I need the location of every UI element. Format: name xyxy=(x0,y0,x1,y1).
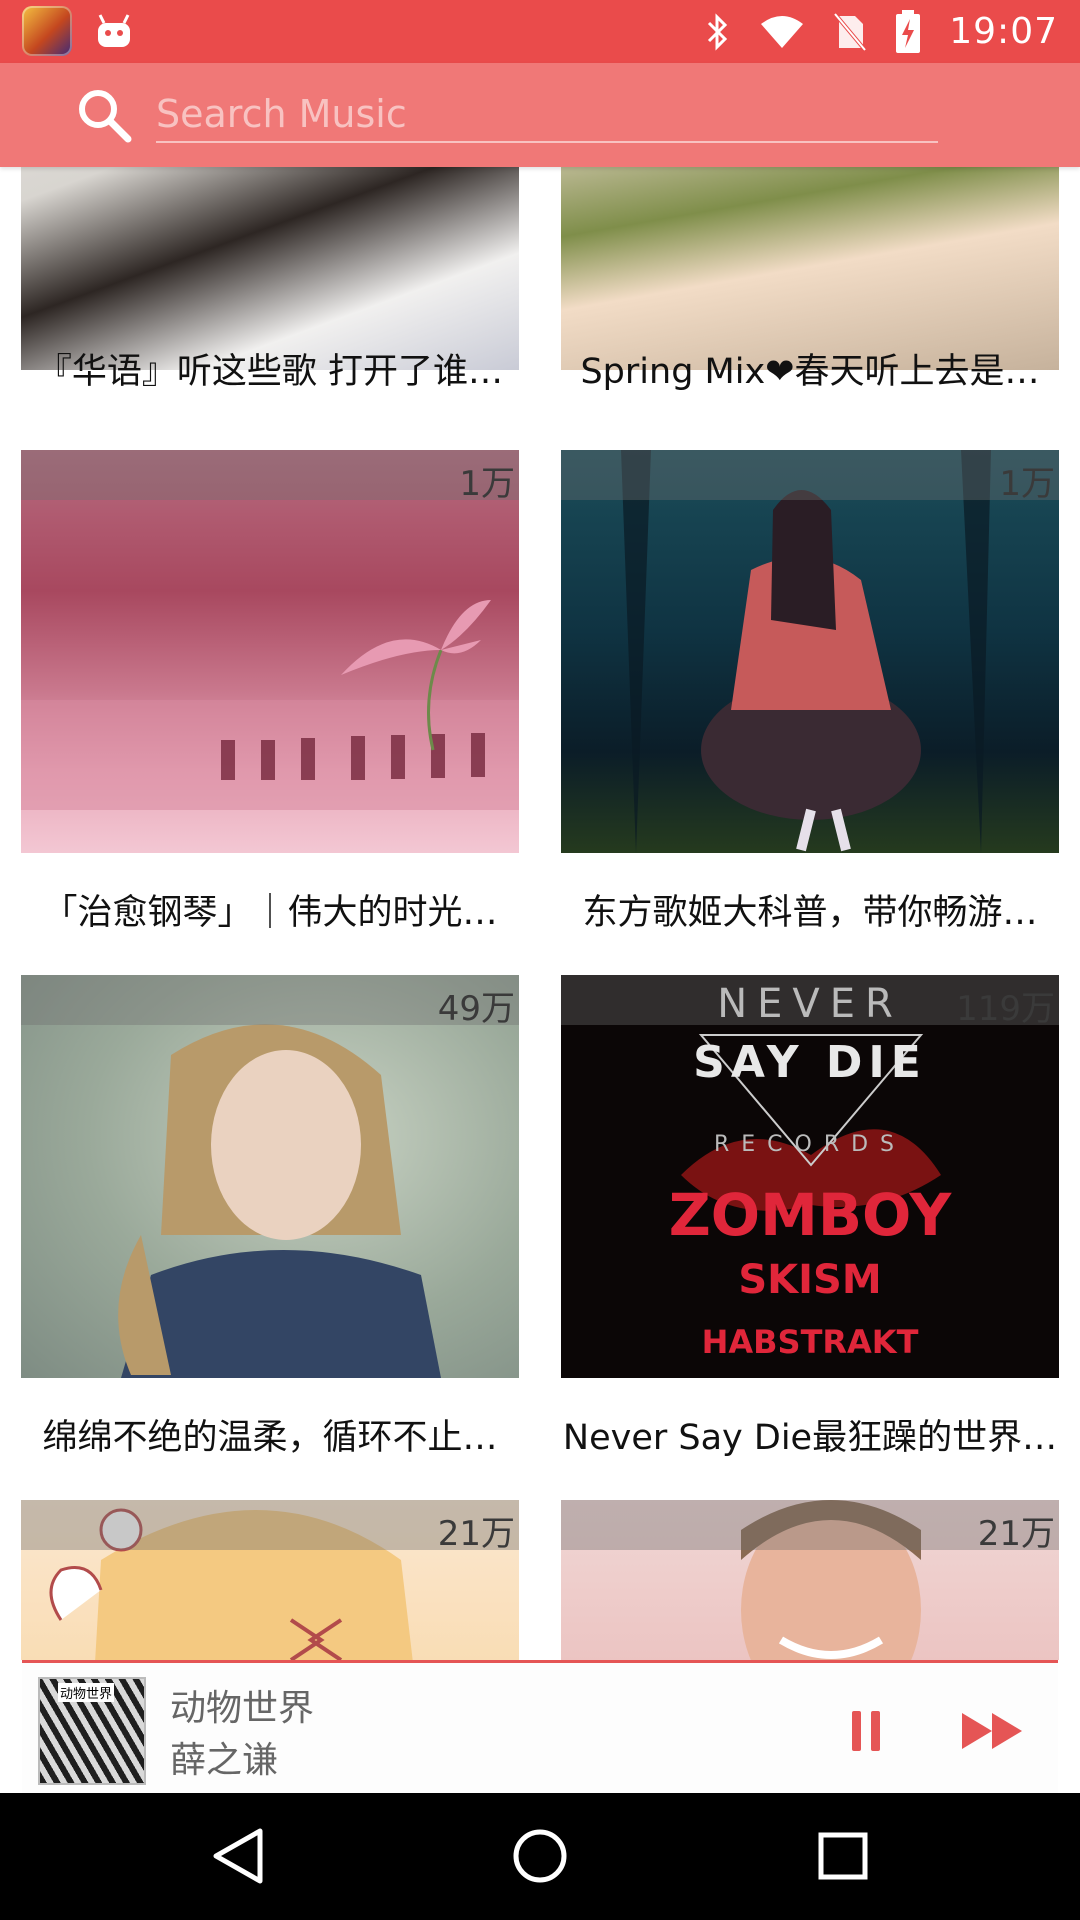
playlist-cover: 1万 xyxy=(561,450,1059,853)
album-art: 动物世界 xyxy=(38,1677,146,1785)
count-overlay xyxy=(561,450,1059,500)
anime-girl-art xyxy=(621,450,991,853)
android-icon xyxy=(98,14,130,47)
playlist-cover xyxy=(561,167,1059,370)
portrait-art xyxy=(118,1024,441,1378)
clock: 19:07 xyxy=(949,11,1058,52)
mini-player[interactable]: 动物世界 动物世界 薛之谦 xyxy=(22,1660,1058,1796)
play-count: 1万 xyxy=(999,464,1055,504)
piano-flower-art xyxy=(21,600,519,810)
playlist-card[interactable] xyxy=(21,167,519,370)
playlist-title: 『华语』听这些歌 打开了谁… xyxy=(36,352,504,392)
playlist-card[interactable]: 1万 xyxy=(561,450,1059,853)
cover-text: ZOMBOY xyxy=(669,1181,953,1249)
recents-icon[interactable] xyxy=(803,1821,883,1891)
playlist-cover: NEVER SAY DIE RECORDS ZOMBOY SKISM HABST… xyxy=(561,975,1059,1378)
album-art-label: 动物世界 xyxy=(58,1683,115,1702)
playlist-card[interactable]: 21万 xyxy=(21,1500,519,1660)
play-count: 119万 xyxy=(956,989,1055,1029)
system-nav-bar xyxy=(0,1793,1080,1920)
search-icon[interactable] xyxy=(76,87,132,143)
playlist-title: Spring Mix❤春天听上去是… xyxy=(580,352,1040,392)
count-overlay xyxy=(21,450,519,500)
playlist-title: 「治愈钢琴」｜伟大的时光… xyxy=(42,893,498,933)
playlist-card[interactable] xyxy=(561,167,1059,370)
playlist-card[interactable]: NEVER SAY DIE RECORDS ZOMBOY SKISM HABST… xyxy=(561,975,1059,1378)
playlist-grid: 『华语』听这些歌 打开了谁… Spring Mix❤春天听上去是… 1万 「治愈… xyxy=(0,167,1080,1660)
playlist-title: 东方歌姬大科普，带你畅游… xyxy=(582,893,1038,933)
playlist-card[interactable]: 21万 xyxy=(561,1500,1059,1660)
cover-text: RECORDS xyxy=(714,1132,906,1157)
game-app-icon xyxy=(22,6,72,56)
search-header xyxy=(0,63,1080,167)
playlist-cover: 1万 xyxy=(21,450,519,853)
playlist-cover: 21万 xyxy=(21,1500,519,1660)
fast-forward-button[interactable] xyxy=(958,1701,1030,1761)
bluetooth-icon xyxy=(708,12,728,51)
pause-button[interactable] xyxy=(836,1701,896,1761)
cover-text: SAY DIE xyxy=(693,1037,927,1088)
playlist-title: Never Say Die最狂躁的世界… xyxy=(562,1418,1058,1458)
playlist-card[interactable]: 49万 xyxy=(21,975,519,1378)
playlist-cover xyxy=(21,167,519,370)
cover-text: SKISM xyxy=(738,1257,881,1303)
play-count: 21万 xyxy=(977,1514,1055,1554)
play-count: 21万 xyxy=(437,1514,515,1554)
now-playing-title: 动物世界 xyxy=(170,1688,315,1729)
cover-text: HABSTRAKT xyxy=(702,1323,919,1361)
playlist-title: 绵绵不绝的温柔，循环不止… xyxy=(42,1418,498,1458)
battery-charging-icon xyxy=(896,9,921,53)
back-icon[interactable] xyxy=(200,1821,280,1891)
status-bar: 19:07 xyxy=(0,0,1080,63)
play-count: 1万 xyxy=(459,464,515,504)
now-playing-artist: 薛之谦 xyxy=(170,1740,279,1781)
play-count: 49万 xyxy=(437,989,515,1029)
no-sim-icon xyxy=(833,12,867,51)
playlist-card[interactable]: 1万 xyxy=(21,450,519,853)
playlist-cover: 21万 xyxy=(561,1500,1059,1660)
wifi-icon xyxy=(761,15,804,48)
home-icon[interactable] xyxy=(500,1821,580,1891)
playlist-cover: 49万 xyxy=(21,975,519,1378)
never-say-die-art: NEVER SAY DIE RECORDS ZOMBOY SKISM HABST… xyxy=(669,981,953,1361)
search-input[interactable] xyxy=(156,87,938,143)
